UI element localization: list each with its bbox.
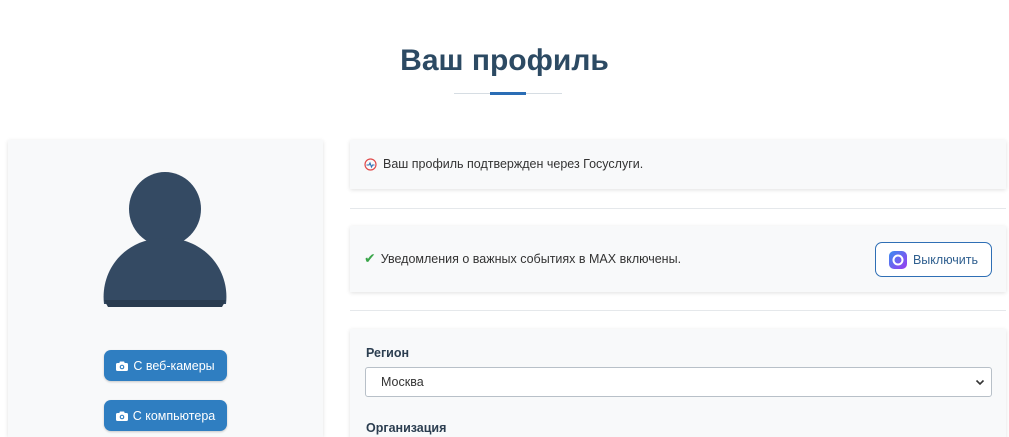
- gosuslugi-icon: [364, 157, 377, 171]
- profile-form-card: Регион Москва Организация: [350, 329, 1006, 437]
- webcam-photo-label: С веб-камеры: [133, 358, 215, 373]
- organization-label: Организация: [366, 421, 447, 435]
- section-divider: [350, 310, 1006, 311]
- section-divider: [350, 208, 1006, 209]
- region-label: Регион: [366, 346, 410, 360]
- computer-photo-label: С компьютера: [132, 408, 216, 423]
- page-title: Ваш профиль: [400, 44, 609, 77]
- max-logo-icon: [888, 250, 907, 269]
- user-avatar-icon: [103, 172, 227, 307]
- webcam-photo-button[interactable]: С веб-камеры: [104, 350, 227, 381]
- disable-notifications-button[interactable]: Выключить: [875, 242, 992, 277]
- camera-icon: [115, 411, 128, 421]
- region-select[interactable]: Москва: [365, 367, 992, 397]
- region-selected-value: Москва: [381, 375, 424, 389]
- title-divider-accent: [490, 92, 526, 95]
- computer-photo-button[interactable]: С компьютера: [104, 400, 227, 431]
- max-notifications-card: ✔ Уведомления о важных событиях в MAX вк…: [350, 226, 1006, 292]
- gosuslugi-status-card: Ваш профиль подтвержден через Госуслуги.: [350, 140, 1006, 189]
- gosuslugi-status-text: Ваш профиль подтвержден через Госуслуги.: [383, 157, 644, 171]
- max-notifications-text: Уведомления о важных событиях в MAX вклю…: [380, 251, 682, 266]
- camera-icon: [116, 361, 129, 371]
- chevron-down-icon: [975, 379, 985, 386]
- check-icon: ✔: [364, 250, 376, 266]
- disable-notifications-label: Выключить: [912, 252, 979, 267]
